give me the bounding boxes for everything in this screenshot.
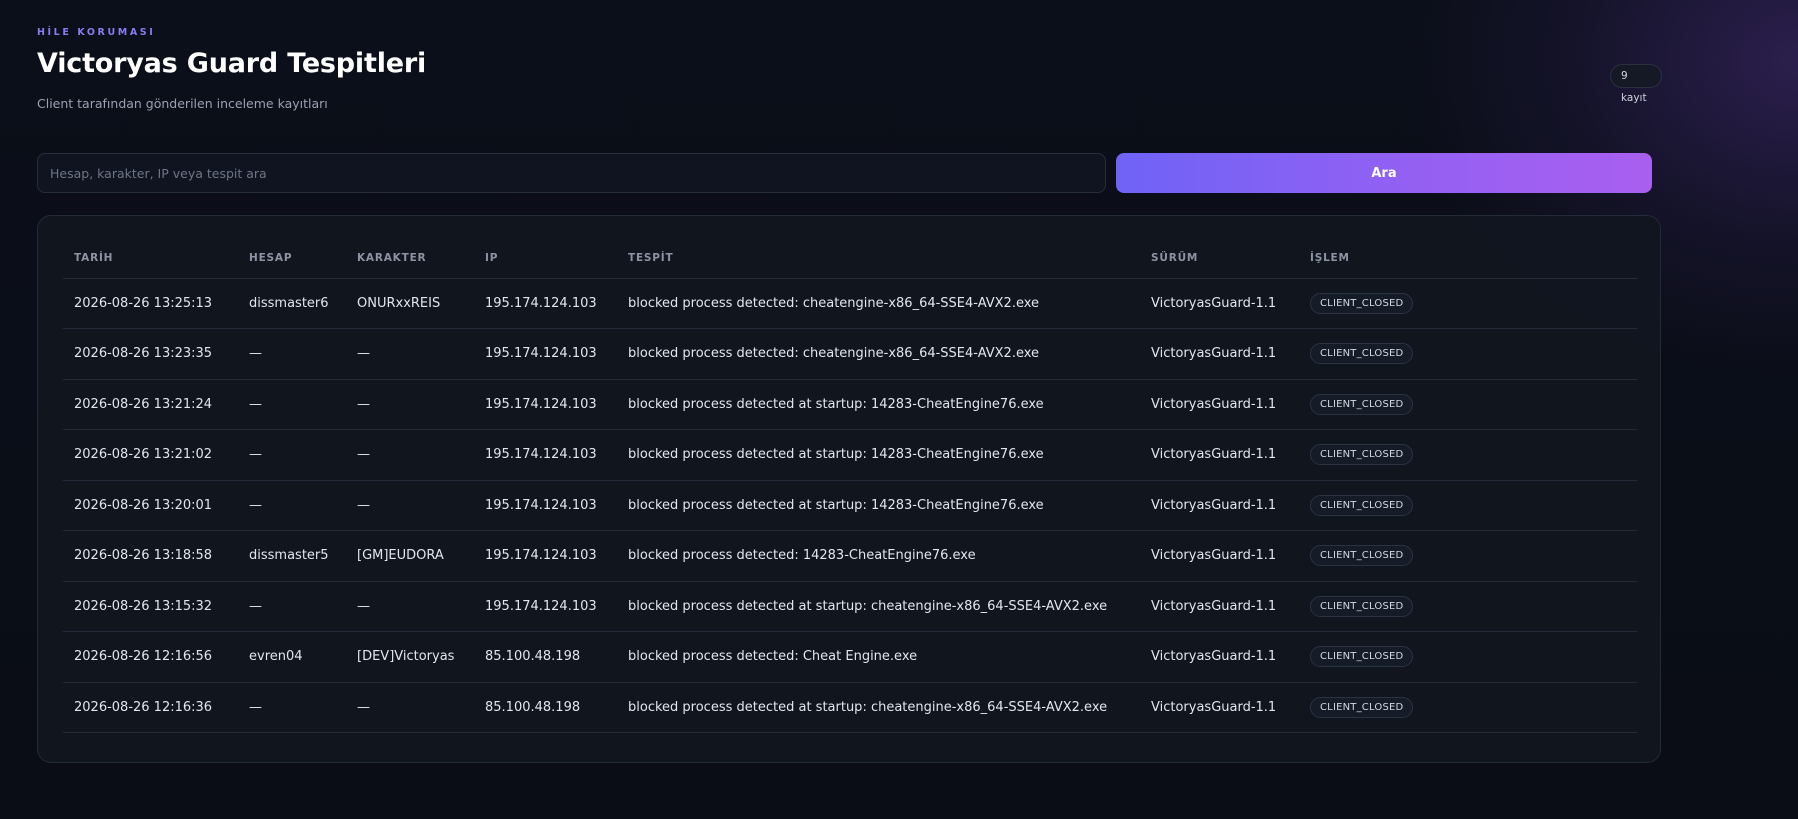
version-cell: VictoryasGuard-1.1	[1140, 682, 1299, 733]
date-cell: 2026-08-26 13:23:35	[63, 328, 238, 380]
version-cell: VictoryasGuard-1.1	[1140, 581, 1299, 632]
ip-cell: 85.100.48.198	[474, 682, 617, 733]
character-cell: [GM]EUDORA	[346, 530, 474, 582]
version-cell: VictoryasGuard-1.1	[1140, 379, 1299, 430]
detection-cell: blocked process detected: Cheat Engine.e…	[617, 631, 1140, 683]
detection-cell: blocked process detected at startup: che…	[617, 682, 1140, 733]
status-badge: CLIENT_CLOSED	[1310, 646, 1414, 668]
version-cell: VictoryasGuard-1.1	[1140, 530, 1299, 582]
version-cell: VictoryasGuard-1.1	[1140, 631, 1299, 683]
version-cell: VictoryasGuard-1.1	[1140, 278, 1299, 329]
detections-table-card: TARİH HESAP KARAKTER IP TESPİT SÜRÜM İŞL…	[37, 215, 1661, 763]
status-badge: CLIENT_CLOSED	[1310, 494, 1414, 516]
table-row[interactable]: 2026-08-26 13:25:13 dissmaster6 ONURxxREIS…	[63, 278, 1637, 329]
table-row[interactable]: 2026-08-26 13:21:24— —195.174.124.103 bloc…	[63, 379, 1637, 430]
ip-cell: 195.174.124.103	[474, 328, 617, 380]
status-badge: CLIENT_CLOSED	[1310, 292, 1414, 314]
page-subtitle: Client tarafından gönderilen inceleme ka…	[37, 96, 328, 111]
version-cell: VictoryasGuard-1.1	[1140, 429, 1299, 481]
character-cell: ONURxxREIS	[346, 278, 474, 329]
action-cell: CLIENT_CLOSED	[1299, 631, 1637, 683]
character-cell: [DEV]Victoryas	[346, 631, 474, 683]
action-cell: CLIENT_CLOSED	[1299, 429, 1637, 481]
status-badge: CLIENT_CLOSED	[1310, 696, 1414, 718]
action-cell: CLIENT_CLOSED	[1299, 581, 1637, 632]
detection-cell: blocked process detected: cheatengine-x8…	[617, 328, 1140, 380]
detection-cell: blocked process detected at startup: 142…	[617, 480, 1140, 531]
character-cell: —	[346, 480, 474, 531]
ip-cell: 195.174.124.103	[474, 480, 617, 531]
date-cell: 2026-08-26 13:21:02	[63, 429, 238, 481]
character-cell: —	[346, 429, 474, 481]
character-cell: —	[346, 682, 474, 733]
record-count-badge: 9 kayıt	[1610, 64, 1662, 104]
character-cell: —	[346, 581, 474, 632]
date-cell: 2026-08-26 12:16:56	[63, 631, 238, 683]
version-cell: VictoryasGuard-1.1	[1140, 328, 1299, 380]
action-cell: CLIENT_CLOSED	[1299, 682, 1637, 733]
table-row[interactable]: 2026-08-26 12:16:36— —85.100.48.198 blocke…	[63, 682, 1637, 733]
detection-cell: blocked process detected at startup: 142…	[617, 379, 1140, 430]
action-cell: CLIENT_CLOSED	[1299, 278, 1637, 329]
detection-cell: blocked process detected: 14283-CheatEng…	[617, 530, 1140, 582]
action-cell: CLIENT_CLOSED	[1299, 480, 1637, 531]
character-cell: —	[346, 379, 474, 430]
date-cell: 2026-08-26 12:16:36	[63, 682, 238, 733]
column-header-character[interactable]: KARAKTER	[346, 238, 474, 279]
status-badge: CLIENT_CLOSED	[1310, 545, 1414, 567]
table-row[interactable]: 2026-08-26 13:18:58 dissmaster5 [GM]EUDORA…	[63, 530, 1637, 582]
column-header-ip[interactable]: IP	[474, 238, 617, 279]
table-row[interactable]: 2026-08-26 13:23:35— —195.174.124.103 bloc…	[63, 328, 1637, 380]
status-badge: CLIENT_CLOSED	[1310, 595, 1414, 617]
status-badge: CLIENT_CLOSED	[1310, 343, 1414, 365]
version-cell: VictoryasGuard-1.1	[1140, 480, 1299, 531]
section-eyebrow: HİLE KORUMASI	[37, 27, 156, 38]
detections-table: TARİH HESAP KARAKTER IP TESPİT SÜRÜM İŞL…	[63, 238, 1637, 733]
ip-cell: 195.174.124.103	[474, 429, 617, 481]
date-cell: 2026-08-26 13:21:24	[63, 379, 238, 430]
search-input[interactable]	[37, 153, 1106, 193]
table-body: 2026-08-26 13:25:13 dissmaster6 ONURxxREIS…	[63, 278, 1637, 733]
table-row[interactable]: 2026-08-26 13:21:02— —195.174.124.103 bloc…	[63, 429, 1637, 481]
detection-cell: blocked process detected: cheatengine-x8…	[617, 278, 1140, 329]
account-cell: —	[238, 581, 346, 632]
account-cell: —	[238, 480, 346, 531]
column-header-version[interactable]: SÜRÜM	[1140, 238, 1299, 279]
table-row[interactable]: 2026-08-26 13:15:32— —195.174.124.103 bloc…	[63, 581, 1637, 632]
column-header-account[interactable]: HESAP	[238, 238, 346, 279]
date-cell: 2026-08-26 13:18:58	[63, 530, 238, 582]
ip-cell: 195.174.124.103	[474, 379, 617, 430]
character-cell: —	[346, 328, 474, 380]
detection-cell: blocked process detected at startup: 142…	[617, 429, 1140, 481]
account-cell: —	[238, 429, 346, 481]
action-cell: CLIENT_CLOSED	[1299, 530, 1637, 582]
search-button[interactable]: Ara	[1116, 153, 1652, 193]
account-cell: dissmaster5	[238, 530, 346, 582]
detection-cell: blocked process detected at startup: che…	[617, 581, 1140, 632]
ip-cell: 85.100.48.198	[474, 631, 617, 683]
table-row[interactable]: 2026-08-26 13:20:01— —195.174.124.103 bloc…	[63, 480, 1637, 531]
account-cell: —	[238, 682, 346, 733]
action-cell: CLIENT_CLOSED	[1299, 379, 1637, 430]
date-cell: 2026-08-26 13:20:01	[63, 480, 238, 531]
account-cell: evren04	[238, 631, 346, 683]
action-cell: CLIENT_CLOSED	[1299, 328, 1637, 380]
column-header-date[interactable]: TARİH	[63, 238, 238, 279]
column-header-action[interactable]: İŞLEM	[1299, 238, 1637, 279]
status-badge: CLIENT_CLOSED	[1310, 393, 1414, 415]
ip-cell: 195.174.124.103	[474, 278, 617, 329]
ip-cell: 195.174.124.103	[474, 581, 617, 632]
status-badge: CLIENT_CLOSED	[1310, 444, 1414, 466]
account-cell: —	[238, 379, 346, 430]
date-cell: 2026-08-26 13:15:32	[63, 581, 238, 632]
table-header-row: TARİH HESAP KARAKTER IP TESPİT SÜRÜM İŞL…	[63, 238, 1637, 279]
column-header-detection[interactable]: TESPİT	[617, 238, 1140, 279]
page-title: Victoryas Guard Tespitleri	[37, 48, 427, 79]
account-cell: dissmaster6	[238, 278, 346, 329]
date-cell: 2026-08-26 13:25:13	[63, 278, 238, 329]
ip-cell: 195.174.124.103	[474, 530, 617, 582]
table-row[interactable]: 2026-08-26 12:16:56 evren04 [DEV]Victoryas…	[63, 631, 1637, 683]
account-cell: —	[238, 328, 346, 380]
